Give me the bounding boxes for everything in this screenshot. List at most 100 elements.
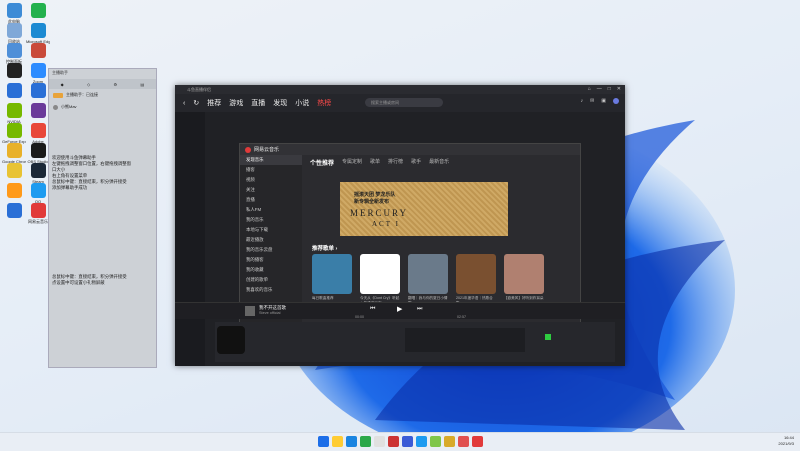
taskbar-app-icon[interactable] <box>444 436 455 447</box>
taskbar-app-icon[interactable] <box>402 436 413 447</box>
desktop-icon[interactable]: Steam <box>26 163 50 184</box>
note-line: 点设置中可设置小礼物屏蔽 <box>52 280 105 285</box>
desktop-icon[interactable] <box>2 163 26 179</box>
desktop-icon[interactable]: GeForce Experience <box>2 123 26 144</box>
taskbar-app-icon[interactable] <box>332 436 343 447</box>
prev-button[interactable]: ⏮ <box>370 306 375 313</box>
qq-icon[interactable] <box>217 326 245 354</box>
panel-row[interactable]: 主播助手：已连接 <box>49 89 156 101</box>
taskbar-app-icon[interactable] <box>458 436 469 447</box>
nav-item[interactable]: 小说 <box>295 98 309 108</box>
panel-tab[interactable]: ▤ <box>141 82 145 87</box>
desktop-icon[interactable]: NVIDIA <box>2 103 26 124</box>
desktop-icon[interactable] <box>26 3 50 19</box>
music-sidebar-item[interactable]: 视频 <box>240 175 302 185</box>
taskbar-app-icon[interactable] <box>388 436 399 447</box>
panel-row[interactable]: 小熊Mav <box>49 101 156 113</box>
desktop-icon[interactable] <box>2 83 26 99</box>
playlist-card[interactable]: 2021年度华语｜热歌合集 <box>456 254 496 305</box>
music-sidebar-item[interactable]: 我喜欢的音乐 <box>240 285 302 295</box>
nav-item[interactable]: 推荐 <box>207 98 221 108</box>
playlist-title: 每日歌曲推荐 <box>312 296 334 300</box>
desktop-icon[interactable]: Adobe <box>26 123 50 144</box>
desktop-icon[interactable]: 网易云音乐 <box>26 203 50 224</box>
music-sidebar-item[interactable]: 本地与下载 <box>240 225 302 235</box>
music-sidebar-item[interactable]: 发现音乐 <box>240 155 302 165</box>
message-icon[interactable]: ✉ <box>590 98 594 104</box>
music-sidebar-item[interactable]: 我的音乐云盘 <box>240 245 302 255</box>
desktop-icon[interactable]: 回收站 <box>2 23 26 44</box>
panel-tab[interactable]: ◇ <box>87 82 90 87</box>
nav-item[interactable]: 游戏 <box>229 98 243 108</box>
play-button[interactable]: ▶ <box>397 305 402 313</box>
refresh-icon[interactable]: ↻ <box>193 99 199 107</box>
music-tab[interactable]: 最新音乐 <box>429 158 449 167</box>
desktop-icon[interactable] <box>2 203 26 219</box>
window-titlebar[interactable]: 斗鱼直播伴侣 ⌂ — □ ✕ <box>175 85 625 94</box>
music-sidebar-item[interactable]: 播客 <box>240 165 302 175</box>
music-sidebar-item[interactable]: 创建的歌单 <box>240 275 302 285</box>
record-button[interactable] <box>545 334 551 340</box>
music-tab[interactable]: 专属定制 <box>342 158 362 167</box>
avatar[interactable] <box>613 98 619 104</box>
taskbar-app-icon[interactable] <box>374 436 385 447</box>
bell-icon[interactable]: ♪ <box>581 98 584 104</box>
desktop-icon[interactable]: QQ <box>26 183 50 204</box>
nav-item-active[interactable]: 热榜 <box>317 98 331 108</box>
panel-tab[interactable]: ⚙ <box>114 82 118 87</box>
streaming-client-window[interactable]: 斗鱼直播伴侣 ⌂ — □ ✕ ‹ ↻ 推荐 游戏 直播 发现 小说 热榜 搜索主… <box>175 85 625 366</box>
desktop-icon[interactable] <box>2 183 26 199</box>
music-tab[interactable]: 个性推荐 <box>310 158 334 167</box>
taskbar-app-icon[interactable] <box>318 436 329 447</box>
taskbar-app-icon[interactable] <box>360 436 371 447</box>
taskbar-app-icon[interactable] <box>416 436 427 447</box>
taskbar-app-icon[interactable] <box>346 436 357 447</box>
search-input[interactable]: 搜索主播或房间 <box>365 98 443 107</box>
home-icon[interactable]: ⌂ <box>588 85 591 94</box>
desktop-icon[interactable] <box>2 63 26 79</box>
app-logo-icon <box>245 146 251 153</box>
desktop-icon[interactable]: Google Chrome <box>2 143 26 164</box>
desktop-icon[interactable]: 此电脑 <box>2 3 26 24</box>
music-sidebar-item[interactable]: 私人FM <box>240 205 302 215</box>
desktop-icon[interactable] <box>26 83 50 99</box>
minimize-button[interactable]: — <box>597 85 602 94</box>
desktop-icon[interactable]: Microsoft Edge <box>26 23 50 44</box>
playlist-card[interactable]: 今天从《Dont Cry》听起｜华语流行向 <box>360 254 400 305</box>
desktop-icon[interactable] <box>26 103 50 119</box>
desktop-icon[interactable]: 控制面板 <box>2 43 26 64</box>
cover-thumb[interactable] <box>245 306 255 316</box>
album-banner[interactable]: 摇滚天团 梦龙乐队 新专辑全新发布 MERCURY ACT I <box>340 182 508 236</box>
music-sidebar-item[interactable]: 我的收藏 <box>240 265 302 275</box>
music-titlebar[interactable]: 网易云音乐 <box>240 144 580 155</box>
danmaku-assistant-panel[interactable]: 主播助手 ◆ ◇ ⚙ ▤ 主播助手：已连接 小熊Mav 欢迎使用斗鱼弹幕助手 左… <box>48 68 157 368</box>
gift-icon[interactable]: ▣ <box>601 98 606 104</box>
back-icon[interactable]: ‹ <box>183 100 185 107</box>
panel-tab[interactable]: ◆ <box>61 82 64 87</box>
next-button[interactable]: ⏭ <box>417 306 422 313</box>
nav-item[interactable]: 发现 <box>273 98 287 108</box>
nav-item[interactable]: 直播 <box>251 98 265 108</box>
close-button[interactable]: ✕ <box>617 85 621 94</box>
desktop-icon[interactable] <box>26 43 50 59</box>
playlist-card[interactable]: 翻唱｜我与你的夏日小情歌 <box>408 254 448 305</box>
playlist-card[interactable]: 每日歌曲推荐 <box>312 254 352 301</box>
music-tab[interactable]: 排行榜 <box>388 158 403 167</box>
music-sidebar-item[interactable]: 我的播客 <box>240 255 302 265</box>
system-tray[interactable]: 16:44 2021/9/3 <box>778 435 794 447</box>
music-sidebar-item[interactable]: 我的音乐 <box>240 215 302 225</box>
music-tab[interactable]: 歌单 <box>370 158 380 167</box>
music-tab[interactable]: 歌手 <box>411 158 421 167</box>
maximize-button[interactable]: □ <box>608 85 611 94</box>
banner-line2: 新专辑全新发布 <box>354 199 390 205</box>
desktop-icon[interactable]: OBS Studio <box>26 143 50 164</box>
playlist-card[interactable]: 【欧美风】好听到炸耳朵 <box>504 254 544 301</box>
music-sidebar-item[interactable]: 关注 <box>240 185 302 195</box>
music-sidebar-item[interactable]: 直播 <box>240 195 302 205</box>
taskbar-app-icon[interactable] <box>472 436 483 447</box>
audio-mixer[interactable] <box>405 328 525 352</box>
desktop-icon[interactable]: Zoom <box>26 63 50 84</box>
taskbar-app-icon[interactable] <box>430 436 441 447</box>
music-sidebar-item[interactable]: 最近播放 <box>240 235 302 245</box>
section-title[interactable]: 推荐歌单 › <box>312 244 337 252</box>
